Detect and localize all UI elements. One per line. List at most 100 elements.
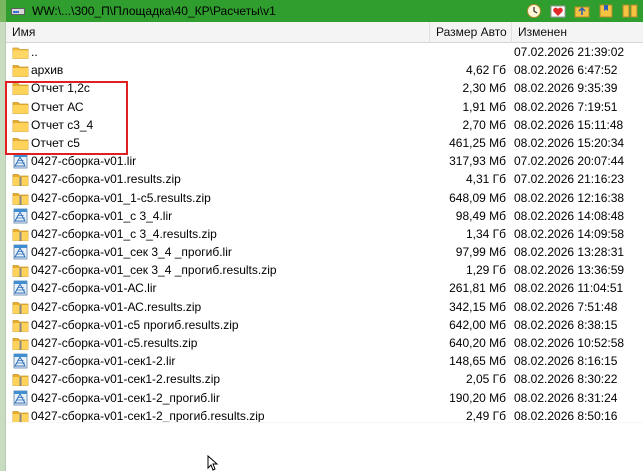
file-row[interactable]: 0427-сборка-v01-АС.results.zip 342,15 Мб 0… <box>6 298 643 316</box>
file-modified-date: 08.02.2026 6:47:52 <box>514 63 618 78</box>
parent-folder-button[interactable] <box>572 2 591 20</box>
file-modified-date: 08.02.2026 8:38:15 <box>514 317 618 332</box>
column-size-header[interactable]: Размер Авто <box>430 22 512 43</box>
split-icon <box>622 4 637 18</box>
file-size: 4,31 Гб <box>465 172 506 187</box>
zip-archive-icon <box>12 299 29 315</box>
file-size: 317,93 Мб <box>449 154 506 169</box>
file-size: 97,99 Мб <box>455 245 506 260</box>
column-modified-header[interactable]: Изменен <box>512 22 643 43</box>
zip-archive-icon <box>12 171 29 187</box>
file-modified-date: 08.02.2026 13:28:31 <box>514 245 625 260</box>
file-modified-date: 08.02.2026 10:52:58 <box>514 336 625 350</box>
clock-icon <box>526 4 541 18</box>
file-row[interactable]: 0427-сборка-v01-с5.results.zip 640,20 Мб 0… <box>6 334 643 352</box>
file-row[interactable]: 0427-сборка-v01-сек1-2.lir 148,65 Мб 08.02… <box>6 352 643 370</box>
file-row[interactable]: 0427-сборка-v01.results.zip 4,31 Гб 07.02.… <box>6 170 643 188</box>
file-modified-date: 08.02.2026 7:51:48 <box>514 299 618 314</box>
path-bar[interactable]: WW:\...\300_П\Площадка\40_КР\Расчеты\v1 <box>6 0 643 22</box>
file-size: 190,20 Мб <box>449 390 506 405</box>
file-name: 0427-сборка-v01-АС.lir <box>31 281 157 296</box>
file-size: 1,34 Гб <box>465 226 506 241</box>
bookmark-icon <box>599 4 612 18</box>
file-row[interactable]: 0427-сборка-v01_1-с5.results.zip 648,09 М… <box>6 189 643 207</box>
file-size: 148,65 Мб <box>449 354 506 369</box>
split-view-button[interactable] <box>620 2 639 20</box>
heart-icon <box>550 5 565 18</box>
file-size: 2,70 Мб <box>462 117 506 132</box>
file-name: 0427-сборка-v01-сек1-2.results.zip <box>31 372 221 387</box>
file-size: 2,05 Гб <box>465 372 506 387</box>
file-modified-date: 08.02.2026 12:16:38 <box>514 190 625 205</box>
file-row[interactable]: 0427-сборка-v01-АС.lir 261,81 Мб 08.02.202… <box>6 279 643 297</box>
file-name: 0427-сборка-v01_сек 3_4 _прогиб.lir <box>31 245 232 260</box>
file-modified-date: 07.02.2026 20:07:44 <box>514 154 625 169</box>
file-row[interactable]: 0427-сборка-v01_с 3_4.results.zip 1,34 Гб… <box>6 225 643 243</box>
lira-file-icon <box>12 244 29 260</box>
mouse-cursor-icon <box>207 455 219 471</box>
file-size: 461,25 Мб <box>449 135 506 150</box>
file-size: 648,09 Мб <box>449 190 506 205</box>
file-modified-date: 08.02.2026 7:19:51 <box>514 99 618 114</box>
file-name: 0427-сборка-v01-сек1-2.lir <box>31 354 176 369</box>
current-path[interactable]: WW:\...\300_П\Площадка\40_КР\Расчеты\v1 <box>32 4 276 18</box>
zip-archive-icon <box>12 226 29 242</box>
file-size: 640,20 Мб <box>449 336 506 350</box>
file-name: 0427-сборка-v01_с 3_4.results.zip <box>31 226 217 241</box>
lira-file-icon <box>12 208 29 224</box>
lira-file-icon <box>12 390 29 406</box>
file-size: 642,00 Мб <box>449 317 506 332</box>
file-row[interactable]: .. 07.02.2026 21:39:02 <box>6 43 643 61</box>
file-modified-date: 07.02.2026 21:16:23 <box>514 172 625 187</box>
file-name: 0427-сборка-v01-с5 прогиб.results.zip <box>31 317 239 332</box>
file-modified-date: 08.02.2026 14:09:58 <box>514 226 625 241</box>
file-name: 0427-сборка-v01_1-с5.results.zip <box>31 190 211 205</box>
file-name: 0427-сборка-v01_с 3_4.lir <box>31 208 173 223</box>
folder-icon <box>12 62 29 78</box>
file-modified-date: 08.02.2026 13:36:59 <box>514 263 625 278</box>
highlight-annotation <box>5 81 128 155</box>
file-modified-date: 08.02.2026 8:31:24 <box>514 390 618 405</box>
bookmark-button[interactable] <box>596 2 615 20</box>
folder-up-icon <box>574 6 589 18</box>
file-modified-date: 08.02.2026 15:20:34 <box>514 135 625 150</box>
file-row[interactable]: 0427-сборка-v01_с 3_4.lir 98,49 Мб 08.02.2… <box>6 207 643 225</box>
file-name: .. <box>31 45 38 59</box>
drive-icon <box>10 5 26 17</box>
file-row[interactable]: архив 4,62 Гб 08.02.2026 6:47:52 <box>6 61 643 79</box>
file-modified-date: 08.02.2026 15:11:48 <box>514 117 624 132</box>
file-name: 0427-сборка-v01-сек1-2_прогиб.lir <box>31 390 220 405</box>
file-row[interactable]: 0427-сборка-v01_сек 3_4 _прогиб.lir 97,99… <box>6 243 643 261</box>
file-modified-date: 08.02.2026 8:30:22 <box>514 372 618 387</box>
zip-archive-icon <box>12 371 29 387</box>
file-row[interactable]: 0427-сборка-v01-сек1-2_прогиб.lir 190,20 … <box>6 389 643 407</box>
file-size: 1,91 Мб <box>462 99 506 114</box>
file-modified-date: 08.02.2026 11:04:51 <box>514 281 624 296</box>
history-button[interactable] <box>524 2 543 20</box>
file-size: 261,81 Мб <box>449 281 506 296</box>
file-name: 0427-сборка-v01.results.zip <box>31 172 181 187</box>
file-row[interactable]: 0427-сборка-v01-сек1-2.results.zip 2,05 Г… <box>6 370 643 388</box>
file-size: 1,29 Гб <box>465 263 506 278</box>
file-name: 0427-сборка-v01-АС.results.zip <box>31 299 202 314</box>
zip-archive-icon <box>12 317 29 333</box>
file-name: архив <box>31 63 64 78</box>
zip-archive-icon <box>12 190 29 206</box>
lira-file-icon <box>12 353 29 369</box>
column-name-header[interactable]: Имя <box>6 22 430 43</box>
file-size: 2,30 Мб <box>462 81 506 96</box>
file-modified-date: 07.02.2026 21:39:02 <box>514 45 625 59</box>
lira-file-icon <box>12 280 29 296</box>
favorites-button[interactable] <box>548 2 567 20</box>
parent-folder-icon <box>12 44 29 60</box>
file-row[interactable]: 0427-сборка-v01_сек 3_4 _прогиб.results.… <box>6 261 643 279</box>
file-size: 98,49 Мб <box>455 208 506 223</box>
file-name: 0427-сборка-v01_сек 3_4 _прогиб.results.… <box>31 263 277 278</box>
column-header: Имя Размер Авто Изменен <box>6 22 643 43</box>
file-size: 4,62 Гб <box>465 63 506 78</box>
file-size: 342,15 Мб <box>449 299 506 314</box>
file-modified-date: 08.02.2026 8:16:15 <box>514 354 618 369</box>
file-row[interactable]: 0427-сборка-v01-с5 прогиб.results.zip 642… <box>6 316 643 334</box>
file-name: 0427-сборка-v01-с5.results.zip <box>31 336 198 350</box>
lira-file-icon <box>12 153 29 169</box>
